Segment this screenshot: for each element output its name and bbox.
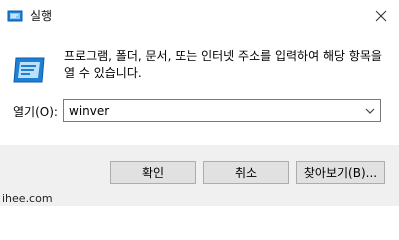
open-combobox[interactable]: winver <box>63 99 381 122</box>
run-dialog: 실행 프로그램, 폴더, 문서, 또는 인터넷 주소를 입력하여 해당 항목을 … <box>0 0 399 206</box>
watermark-text: ihee.com <box>2 192 53 205</box>
run-dialog-icon <box>12 56 46 86</box>
chevron-down-icon[interactable] <box>364 105 376 117</box>
instruction-text: 프로그램, 폴더, 문서, 또는 인터넷 주소를 입력하여 해당 항목을 열 수… <box>64 49 382 80</box>
run-app-icon <box>7 8 23 24</box>
browse-button[interactable]: 찾아보기(B)... <box>296 161 385 184</box>
cancel-button[interactable]: 취소 <box>203 161 289 184</box>
close-icon <box>375 10 387 22</box>
close-button[interactable] <box>369 4 393 28</box>
open-label: 열기(O): <box>13 105 58 119</box>
ok-button[interactable]: 확인 <box>110 161 196 184</box>
window-title: 실행 <box>30 9 53 23</box>
open-input[interactable]: winver <box>69 103 109 119</box>
title-bar: 실행 <box>0 0 399 32</box>
